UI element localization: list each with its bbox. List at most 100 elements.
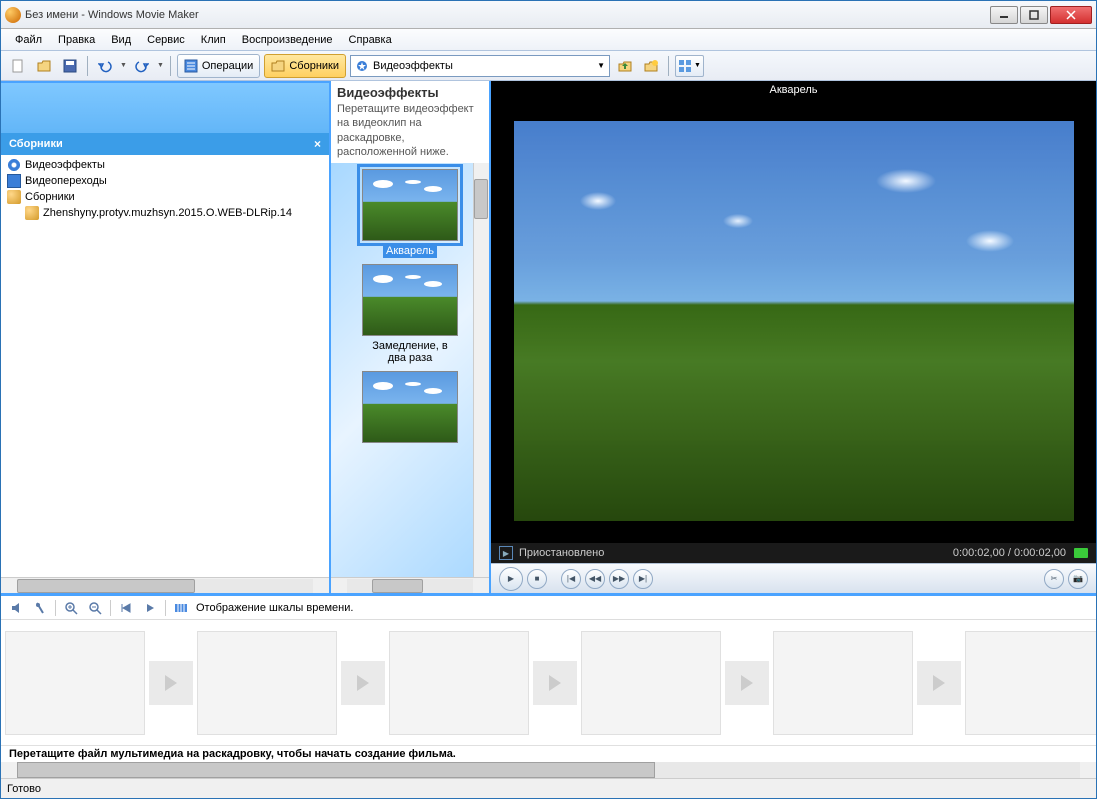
new-button[interactable] <box>7 55 29 77</box>
maximize-button[interactable] <box>1020 6 1048 24</box>
view-button[interactable]: ▼ <box>675 55 704 77</box>
storyboard-transition-slot[interactable] <box>917 661 961 705</box>
menu-help[interactable]: Справка <box>343 32 398 48</box>
undo-dropdown-icon[interactable]: ▼ <box>120 62 127 69</box>
app-icon <box>5 7 21 23</box>
status-indicator-icon <box>1074 548 1088 558</box>
toolbar: ▼ ▼ Операции Сборники Видеоэффекты ▼ ▼ <box>1 51 1096 81</box>
tasks-label: Операции <box>202 60 253 72</box>
menu-file[interactable]: Файл <box>9 32 48 48</box>
storyboard-clip-slot[interactable] <box>389 631 529 735</box>
storyboard-transition-slot[interactable] <box>533 661 577 705</box>
effects-list[interactable]: Акварель Замедление, в два раза <box>331 163 489 577</box>
menu-view[interactable]: Вид <box>105 32 137 48</box>
preview-image <box>514 121 1074 521</box>
star-icon <box>355 59 369 73</box>
up-level-button[interactable] <box>614 55 636 77</box>
new-folder-button[interactable] <box>640 55 662 77</box>
menu-edit[interactable]: Правка <box>52 32 101 48</box>
effects-hint: Перетащите видеоэффект на видеоклип на р… <box>337 102 483 159</box>
storyboard-hint: Отображение шкалы времени. <box>196 602 353 614</box>
storyboard-clip-slot[interactable] <box>965 631 1096 735</box>
effect-thumb <box>362 169 458 241</box>
tree-item-effects[interactable]: Видеоэффекты <box>5 157 325 173</box>
window-controls <box>990 6 1092 24</box>
status-text: Готово <box>7 783 41 795</box>
folder-icon <box>7 190 21 204</box>
storyboard-transition-slot[interactable] <box>725 661 769 705</box>
audio-levels-button[interactable] <box>31 599 49 617</box>
storyboard-transition-slot[interactable] <box>149 661 193 705</box>
collections-header: Сборники × <box>1 133 329 155</box>
menu-clip[interactable]: Клип <box>195 32 232 48</box>
zoom-out-button[interactable] <box>86 599 104 617</box>
effect-item-slowdown[interactable]: Замедление, в два раза <box>360 264 460 365</box>
storyboard-clip-slot[interactable] <box>197 631 337 735</box>
menu-play[interactable]: Воспроизведение <box>236 32 339 48</box>
effects-title: Видеоэффекты <box>337 85 483 100</box>
title-bar: Без имени - Windows Movie Maker <box>1 1 1096 29</box>
effects-header: Видеоэффекты Перетащите видеоэффект на в… <box>331 81 489 163</box>
collections-button[interactable]: Сборники <box>264 54 346 78</box>
forward-button[interactable]: ▶▶ <box>609 569 629 589</box>
storyboard-scrollbar[interactable] <box>1 762 1096 778</box>
zoom-in-button[interactable] <box>62 599 80 617</box>
open-button[interactable] <box>33 55 55 77</box>
play-button[interactable]: ▶ <box>499 567 523 591</box>
storyboard-clip-slot[interactable] <box>5 631 145 735</box>
next-clip-button[interactable]: ▶| <box>633 569 653 589</box>
effect-label: Замедление, в два раза <box>360 339 460 365</box>
undo-button[interactable] <box>94 55 116 77</box>
minimize-button[interactable] <box>990 6 1018 24</box>
effect-thumb <box>362 264 458 336</box>
storyboard-clip-slot[interactable] <box>581 631 721 735</box>
prev-clip-button[interactable]: |◀ <box>561 569 581 589</box>
effect-label: Акварель <box>383 244 437 258</box>
sb-rewind-button[interactable] <box>117 599 135 617</box>
reel-icon <box>25 206 39 220</box>
sb-play-button[interactable] <box>141 599 159 617</box>
main-area: Сборники × Видеоэффекты Видеопереходы Сб… <box>1 81 1096 596</box>
preview-time: 0:00:02,00 / 0:00:02,00 <box>953 547 1066 559</box>
preview-status: Приостановлено <box>519 547 604 559</box>
effect-item[interactable] <box>360 371 460 443</box>
redo-dropdown-icon[interactable]: ▼ <box>157 62 164 69</box>
redo-button[interactable] <box>131 55 153 77</box>
preview-controls: ▶ ■ |◀ ◀◀ ▶▶ ▶| ✂ 📷 <box>491 563 1096 593</box>
preview-status-bar: ▶ Приостановлено 0:00:02,00 / 0:00:02,00 <box>491 543 1096 563</box>
effects-scrollbar[interactable] <box>473 163 489 577</box>
tasks-button[interactable]: Операции <box>177 54 260 78</box>
storyboard-strip[interactable] <box>1 620 1096 745</box>
snapshot-button[interactable]: 📷 <box>1068 569 1088 589</box>
narrate-button[interactable] <box>7 599 25 617</box>
rewind-button[interactable]: ◀◀ <box>585 569 605 589</box>
folder-icon <box>271 59 285 73</box>
timeline-toggle-button[interactable] <box>172 599 190 617</box>
collections-tree[interactable]: Видеоэффекты Видеопереходы Сборники Zhen… <box>1 155 329 577</box>
effect-thumb <box>362 371 458 443</box>
window-title: Без имени - Windows Movie Maker <box>25 9 990 21</box>
tree-item-transitions[interactable]: Видеопереходы <box>5 173 325 189</box>
menu-bar: Файл Правка Вид Сервис Клип Воспроизведе… <box>1 29 1096 51</box>
preview-video <box>491 99 1096 543</box>
collections-label: Сборники <box>289 60 339 72</box>
transition-icon <box>7 174 21 188</box>
status-bar: Готово <box>1 778 1096 798</box>
effect-item-watercolor[interactable]: Акварель <box>360 169 460 258</box>
save-button[interactable] <box>59 55 81 77</box>
effects-h-scrollbar[interactable] <box>331 577 489 593</box>
close-panel-icon[interactable]: × <box>314 137 321 151</box>
close-button[interactable] <box>1050 6 1092 24</box>
storyboard-clip-slot[interactable] <box>773 631 913 735</box>
preview-panel: Акварель ▶ Приостановлено 0:00:02,00 / 0… <box>491 81 1096 593</box>
tree-item-file[interactable]: Zhenshyny.protyv.muzhsyn.2015.O.WEB-DLRi… <box>5 205 325 221</box>
location-combo[interactable]: Видеоэффекты ▼ <box>350 55 610 77</box>
storyboard-transition-slot[interactable] <box>341 661 385 705</box>
menu-tools[interactable]: Сервис <box>141 32 191 48</box>
chevron-down-icon: ▼ <box>597 61 605 70</box>
stop-button[interactable]: ■ <box>527 569 547 589</box>
tree-item-collections[interactable]: Сборники <box>5 189 325 205</box>
split-button[interactable]: ✂ <box>1044 569 1064 589</box>
effects-panel: Видеоэффекты Перетащите видеоэффект на в… <box>331 81 491 593</box>
collections-scrollbar[interactable] <box>1 577 329 593</box>
